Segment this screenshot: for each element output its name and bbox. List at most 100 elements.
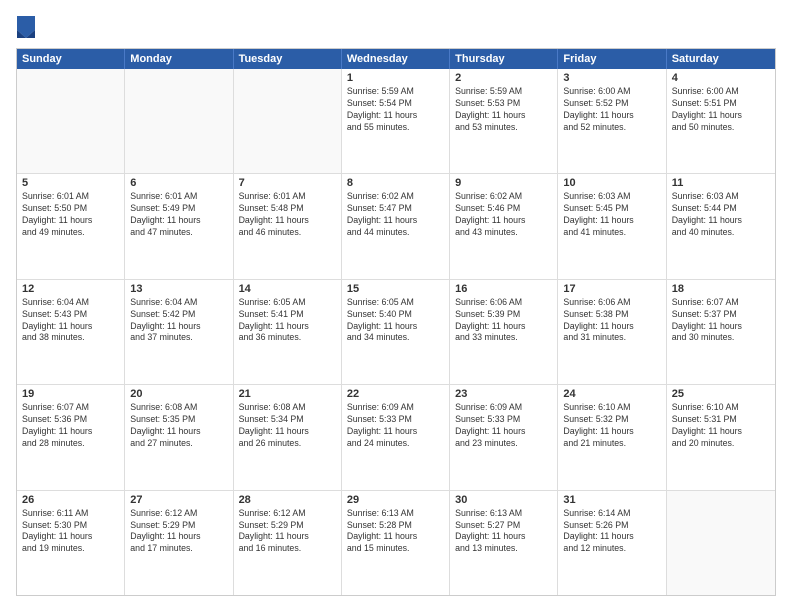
day-cell-27: 27Sunrise: 6:12 AM Sunset: 5:29 PM Dayli… bbox=[125, 491, 233, 595]
day-info: Sunrise: 6:10 AM Sunset: 5:31 PM Dayligh… bbox=[672, 402, 770, 450]
header-day-wednesday: Wednesday bbox=[342, 49, 450, 69]
header-day-sunday: Sunday bbox=[17, 49, 125, 69]
day-cell-4: 4Sunrise: 6:00 AM Sunset: 5:51 PM Daylig… bbox=[667, 69, 775, 173]
header-day-thursday: Thursday bbox=[450, 49, 558, 69]
header-day-tuesday: Tuesday bbox=[234, 49, 342, 69]
day-cell-25: 25 Sunrise: 6:10 AM Sunset: 5:31 PM Dayli… bbox=[667, 385, 775, 489]
day-cell-10: 10 Sunrise: 6:03 AM Sunset: 5:45 PM Dayli… bbox=[558, 174, 666, 278]
day-number: 10 bbox=[563, 177, 660, 189]
day-number: 19 bbox=[22, 388, 119, 400]
day-cell-9: 9 Sunrise: 6:02 AM Sunset: 5:46 PM Daylig… bbox=[450, 174, 558, 278]
calendar-row-0: 1Sunrise: 5:59 AM Sunset: 5:54 PM Daylig… bbox=[17, 69, 775, 174]
day-info: Sunrise: 6:00 AM Sunset: 5:52 PM Dayligh… bbox=[563, 86, 660, 134]
header-day-friday: Friday bbox=[558, 49, 666, 69]
day-info: Sunrise: 6:08 AM Sunset: 5:34 PM Dayligh… bbox=[239, 402, 336, 450]
day-cell-17: 17 Sunrise: 6:06 AM Sunset: 5:38 PM Dayli… bbox=[558, 280, 666, 384]
day-info: Sunrise: 6:04 AM Sunset: 5:42 PM Dayligh… bbox=[130, 297, 227, 345]
day-info: Sunrise: 6:14 AM Sunset: 5:26 PM Dayligh… bbox=[563, 508, 660, 556]
day-info: Sunrise: 6:07 AM Sunset: 5:37 PM Dayligh… bbox=[672, 297, 770, 345]
day-info: Sunrise: 6:04 AM Sunset: 5:43 PM Dayligh… bbox=[22, 297, 119, 345]
day-cell-3: 3 Sunrise: 6:00 AM Sunset: 5:52 PM Daylig… bbox=[558, 69, 666, 173]
day-number: 31 bbox=[563, 494, 660, 506]
day-number: 20 bbox=[130, 388, 227, 400]
day-cell-23: 23 Sunrise: 6:09 AM Sunset: 5:33 PM Dayli… bbox=[450, 385, 558, 489]
day-number: 16 bbox=[455, 283, 552, 295]
day-info: Sunrise: 6:01 AM Sunset: 5:50 PM Dayligh… bbox=[22, 191, 119, 239]
day-info: Sunrise: 6:01 AM Sunset: 5:48 PM Dayligh… bbox=[239, 191, 336, 239]
day-info: Sunrise: 6:11 AM Sunset: 5:30 PM Dayligh… bbox=[22, 508, 119, 556]
day-number: 4 bbox=[672, 72, 770, 84]
day-info: Sunrise: 6:02 AM Sunset: 5:47 PM Dayligh… bbox=[347, 191, 444, 239]
day-number: 5 bbox=[22, 177, 119, 189]
day-info: Sunrise: 6:07 AM Sunset: 5:36 PM Dayligh… bbox=[22, 402, 119, 450]
day-number: 30 bbox=[455, 494, 552, 506]
day-cell-29: 29Sunrise: 6:13 AM Sunset: 5:28 PM Dayli… bbox=[342, 491, 450, 595]
empty-cell-4-6 bbox=[667, 491, 775, 595]
day-cell-1: 1Sunrise: 5:59 AM Sunset: 5:54 PM Daylig… bbox=[342, 69, 450, 173]
calendar: SundayMondayTuesdayWednesdayThursdayFrid… bbox=[16, 48, 776, 596]
day-info: Sunrise: 5:59 AM Sunset: 5:53 PM Dayligh… bbox=[455, 86, 552, 134]
day-number: 9 bbox=[455, 177, 552, 189]
day-cell-21: 21 Sunrise: 6:08 AM Sunset: 5:34 PM Dayli… bbox=[234, 385, 342, 489]
day-info: Sunrise: 6:05 AM Sunset: 5:41 PM Dayligh… bbox=[239, 297, 336, 345]
day-info: Sunrise: 6:13 AM Sunset: 5:27 PM Dayligh… bbox=[455, 508, 552, 556]
day-number: 25 bbox=[672, 388, 770, 400]
day-info: Sunrise: 6:03 AM Sunset: 5:45 PM Dayligh… bbox=[563, 191, 660, 239]
day-cell-13: 13 Sunrise: 6:04 AM Sunset: 5:42 PM Dayli… bbox=[125, 280, 233, 384]
day-cell-16: 16 Sunrise: 6:06 AM Sunset: 5:39 PM Dayli… bbox=[450, 280, 558, 384]
day-info: Sunrise: 6:09 AM Sunset: 5:33 PM Dayligh… bbox=[455, 402, 552, 450]
day-cell-22: 22 Sunrise: 6:09 AM Sunset: 5:33 PM Dayli… bbox=[342, 385, 450, 489]
day-cell-8: 8Sunrise: 6:02 AM Sunset: 5:47 PM Daylig… bbox=[342, 174, 450, 278]
day-info: Sunrise: 6:10 AM Sunset: 5:32 PM Dayligh… bbox=[563, 402, 660, 450]
calendar-row-2: 12 Sunrise: 6:04 AM Sunset: 5:43 PM Dayli… bbox=[17, 280, 775, 385]
day-info: Sunrise: 6:12 AM Sunset: 5:29 PM Dayligh… bbox=[239, 508, 336, 556]
day-number: 24 bbox=[563, 388, 660, 400]
day-info: Sunrise: 6:05 AM Sunset: 5:40 PM Dayligh… bbox=[347, 297, 444, 345]
day-info: Sunrise: 6:01 AM Sunset: 5:49 PM Dayligh… bbox=[130, 191, 227, 239]
day-cell-7: 7Sunrise: 6:01 AM Sunset: 5:48 PM Daylig… bbox=[234, 174, 342, 278]
page: SundayMondayTuesdayWednesdayThursdayFrid… bbox=[0, 0, 792, 612]
empty-cell-0-1 bbox=[125, 69, 233, 173]
day-cell-28: 28 Sunrise: 6:12 AM Sunset: 5:29 PM Dayli… bbox=[234, 491, 342, 595]
day-info: Sunrise: 6:06 AM Sunset: 5:38 PM Dayligh… bbox=[563, 297, 660, 345]
day-info: Sunrise: 6:06 AM Sunset: 5:39 PM Dayligh… bbox=[455, 297, 552, 345]
day-number: 3 bbox=[563, 72, 660, 84]
day-cell-26: 26 Sunrise: 6:11 AM Sunset: 5:30 PM Dayli… bbox=[17, 491, 125, 595]
header-day-monday: Monday bbox=[125, 49, 233, 69]
calendar-row-3: 19 Sunrise: 6:07 AM Sunset: 5:36 PM Dayli… bbox=[17, 385, 775, 490]
calendar-row-4: 26 Sunrise: 6:11 AM Sunset: 5:30 PM Dayli… bbox=[17, 491, 775, 595]
day-info: Sunrise: 6:12 AM Sunset: 5:29 PM Dayligh… bbox=[130, 508, 227, 556]
day-info: Sunrise: 6:09 AM Sunset: 5:33 PM Dayligh… bbox=[347, 402, 444, 450]
day-number: 15 bbox=[347, 283, 444, 295]
empty-cell-0-2 bbox=[234, 69, 342, 173]
day-number: 21 bbox=[239, 388, 336, 400]
day-info: Sunrise: 6:02 AM Sunset: 5:46 PM Dayligh… bbox=[455, 191, 552, 239]
day-number: 28 bbox=[239, 494, 336, 506]
day-info: Sunrise: 6:08 AM Sunset: 5:35 PM Dayligh… bbox=[130, 402, 227, 450]
header bbox=[16, 16, 776, 38]
day-cell-15: 15 Sunrise: 6:05 AM Sunset: 5:40 PM Dayli… bbox=[342, 280, 450, 384]
day-number: 2 bbox=[455, 72, 552, 84]
day-info: Sunrise: 6:13 AM Sunset: 5:28 PM Dayligh… bbox=[347, 508, 444, 556]
day-cell-31: 31 Sunrise: 6:14 AM Sunset: 5:26 PM Dayli… bbox=[558, 491, 666, 595]
day-number: 1 bbox=[347, 72, 444, 84]
day-number: 22 bbox=[347, 388, 444, 400]
day-cell-18: 18 Sunrise: 6:07 AM Sunset: 5:37 PM Dayli… bbox=[667, 280, 775, 384]
calendar-body: 1Sunrise: 5:59 AM Sunset: 5:54 PM Daylig… bbox=[17, 69, 775, 595]
header-day-saturday: Saturday bbox=[667, 49, 775, 69]
day-number: 12 bbox=[22, 283, 119, 295]
day-number: 17 bbox=[563, 283, 660, 295]
day-info: Sunrise: 6:03 AM Sunset: 5:44 PM Dayligh… bbox=[672, 191, 770, 239]
day-number: 18 bbox=[672, 283, 770, 295]
day-cell-14: 14Sunrise: 6:05 AM Sunset: 5:41 PM Dayli… bbox=[234, 280, 342, 384]
day-number: 23 bbox=[455, 388, 552, 400]
day-number: 11 bbox=[672, 177, 770, 189]
day-number: 13 bbox=[130, 283, 227, 295]
day-cell-6: 6Sunrise: 6:01 AM Sunset: 5:49 PM Daylig… bbox=[125, 174, 233, 278]
day-cell-19: 19 Sunrise: 6:07 AM Sunset: 5:36 PM Dayli… bbox=[17, 385, 125, 489]
day-cell-20: 20 Sunrise: 6:08 AM Sunset: 5:35 PM Dayli… bbox=[125, 385, 233, 489]
day-cell-30: 30 Sunrise: 6:13 AM Sunset: 5:27 PM Dayli… bbox=[450, 491, 558, 595]
day-cell-5: 5 Sunrise: 6:01 AM Sunset: 5:50 PM Daylig… bbox=[17, 174, 125, 278]
day-number: 26 bbox=[22, 494, 119, 506]
logo bbox=[16, 16, 39, 38]
